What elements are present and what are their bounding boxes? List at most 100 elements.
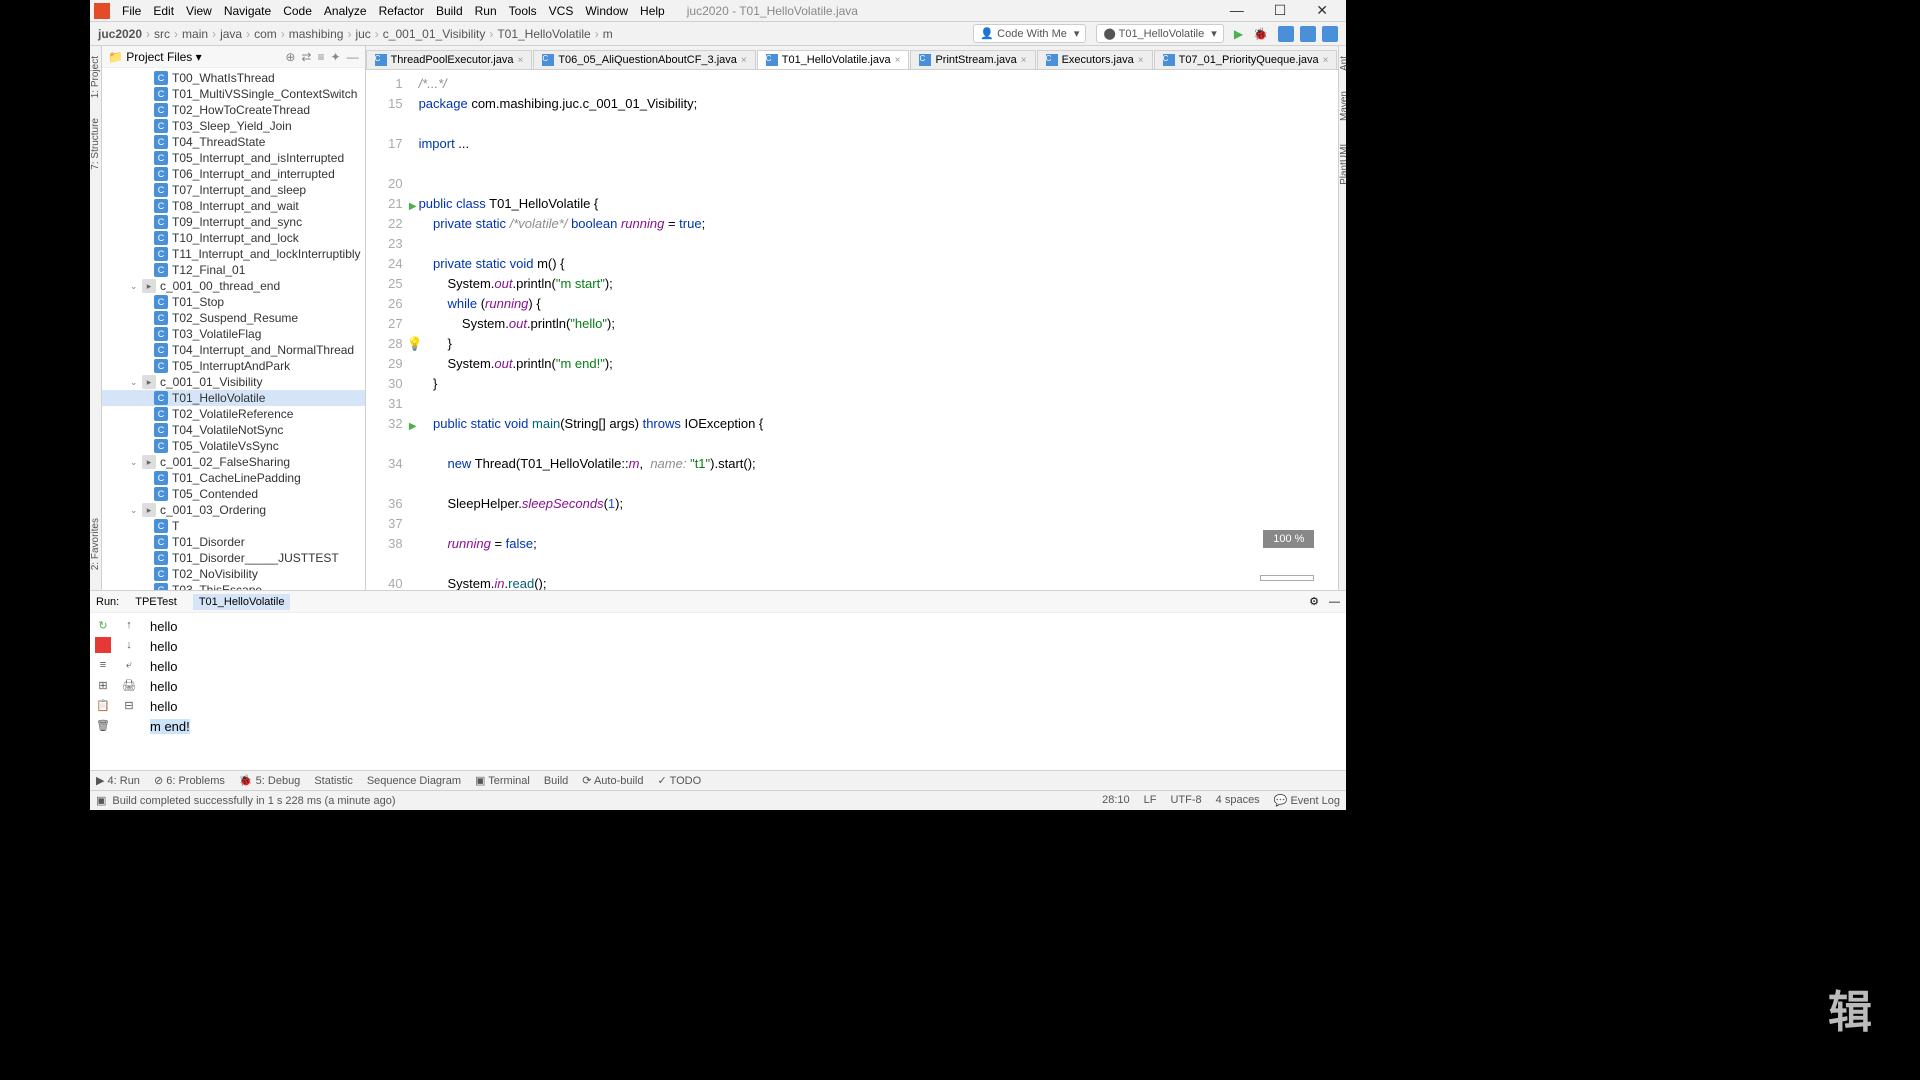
tree-class[interactable]: CT09_Interrupt_and_sync <box>102 214 365 230</box>
up-icon[interactable]: ↑ <box>121 617 137 633</box>
crumb[interactable]: java <box>220 27 242 41</box>
bottom-tab[interactable]: ▶ 4: Run <box>96 774 140 787</box>
close-icon[interactable]: ✕ <box>1310 2 1334 19</box>
tool-icon[interactable]: 📋 <box>95 697 111 713</box>
tree-class[interactable]: CT01_CacheLinePadding <box>102 470 365 486</box>
tree-class[interactable]: CT10_Interrupt_and_lock <box>102 230 365 246</box>
editor-tab[interactable]: CThreadPoolExecutor.java× <box>366 50 533 69</box>
gear-icon[interactable]: ✦ <box>331 50 341 64</box>
tree-package[interactable]: ⌄▸c_001_01_Visibility <box>102 374 365 390</box>
tree-class[interactable]: CT02_HowToCreateThread <box>102 102 365 118</box>
minimize-icon[interactable]: — <box>1224 2 1250 19</box>
tree-class[interactable]: CT01_HelloVolatile <box>102 390 365 406</box>
tree-class[interactable]: CT05_Interrupt_and_isInterrupted <box>102 150 365 166</box>
menu-file[interactable]: File <box>116 4 147 18</box>
toolbar-icon[interactable] <box>1278 26 1294 42</box>
tree-class[interactable]: CT07_Interrupt_and_sleep <box>102 182 365 198</box>
crumb[interactable]: mashibing <box>289 27 344 41</box>
menu-code[interactable]: Code <box>277 4 318 18</box>
crumb[interactable]: m <box>603 27 613 41</box>
menu-help[interactable]: Help <box>634 4 671 18</box>
project-dropdown[interactable]: 📁 Project Files ▾ <box>108 50 202 64</box>
tree-class[interactable]: CT03_VolatileFlag <box>102 326 365 342</box>
editor-tab[interactable]: CT07_01_PriorityQueque.java× <box>1154 50 1338 69</box>
tree-class[interactable]: CT11_Interrupt_and_lockInterruptibly <box>102 246 365 262</box>
maximize-icon[interactable]: ☐ <box>1268 2 1293 19</box>
tree-package[interactable]: ⌄▸c_001_02_FalseSharing <box>102 454 365 470</box>
tree-class[interactable]: CT03_Sleep_Yield_Join <box>102 118 365 134</box>
tree-class[interactable]: CT12_Final_01 <box>102 262 365 278</box>
tree-package[interactable]: ⌄▸c_001_03_Ordering <box>102 502 365 518</box>
code-editor[interactable]: 115172021▶2223242526272829303132▶3436373… <box>366 70 1339 590</box>
menu-analyze[interactable]: Analyze <box>318 4 373 18</box>
status-icon[interactable]: ▣ <box>96 794 106 807</box>
run-tab[interactable]: TPETest <box>129 594 183 610</box>
tree-class[interactable]: CT06_Interrupt_and_interrupted <box>102 166 365 182</box>
tree-class[interactable]: CT02_NoVisibility <box>102 566 365 582</box>
bottom-tab[interactable]: ✓ TODO <box>658 774 702 787</box>
menu-edit[interactable]: Edit <box>147 4 180 18</box>
bottom-tab[interactable]: ⊘ 6: Problems <box>154 774 225 787</box>
tree-class[interactable]: CT04_Interrupt_and_NormalThread <box>102 342 365 358</box>
toolbar-icon[interactable] <box>1322 26 1338 42</box>
console-output[interactable]: hellohellohellohellohellom end! <box>142 613 1346 770</box>
stop-icon[interactable] <box>95 637 111 653</box>
wrap-icon[interactable]: ⤶ <box>121 657 137 673</box>
tree-class[interactable]: CT02_VolatileReference <box>102 406 365 422</box>
indent[interactable]: 4 spaces <box>1216 794 1260 807</box>
menu-tools[interactable]: Tools <box>503 4 543 18</box>
encoding[interactable]: UTF-8 <box>1170 794 1201 807</box>
tab-close-icon[interactable]: × <box>1021 55 1027 66</box>
tree-class[interactable]: CT08_Interrupt_and_wait <box>102 198 365 214</box>
caret-pos[interactable]: 28:10 <box>1102 794 1130 807</box>
line-ending[interactable]: LF <box>1144 794 1157 807</box>
rerun-icon[interactable]: ↻ <box>95 617 111 633</box>
toolbar-icon[interactable] <box>1300 26 1316 42</box>
crumb[interactable]: juc <box>355 27 370 41</box>
crumb[interactable]: src <box>154 27 170 41</box>
tool-plantuml[interactable]: PlantUML <box>1339 141 1346 185</box>
tab-close-icon[interactable]: × <box>895 55 901 66</box>
tree-class[interactable]: CT05_InterruptAndPark <box>102 358 365 374</box>
tool-icon[interactable]: ⊞ <box>95 677 111 693</box>
tool-icon[interactable]: ≡ <box>95 657 111 673</box>
tree-class[interactable]: CT03_ThisEscape <box>102 582 365 590</box>
bottom-tab[interactable]: Build <box>544 775 568 787</box>
tab-close-icon[interactable]: × <box>1323 55 1329 66</box>
run-tab[interactable]: T01_HelloVolatile <box>193 594 291 610</box>
tree-class[interactable]: CT01_Stop <box>102 294 365 310</box>
tool-structure[interactable]: 7: Structure <box>90 118 101 170</box>
bottom-tab[interactable]: Statistic <box>314 775 353 787</box>
crumb[interactable]: T01_HelloVolatile <box>497 27 590 41</box>
debug-icon[interactable]: 🐞 <box>1253 27 1268 41</box>
tree-class[interactable]: CT01_Disorder_____JUSTTEST <box>102 550 365 566</box>
tab-close-icon[interactable]: × <box>517 55 523 66</box>
tree-class[interactable]: CT01_Disorder <box>102 534 365 550</box>
menu-run[interactable]: Run <box>469 4 503 18</box>
menu-navigate[interactable]: Navigate <box>218 4 277 18</box>
run-icon[interactable]: ▶ <box>1234 27 1243 41</box>
tool-favorites[interactable]: 2: Favorites <box>90 518 101 570</box>
bottom-tab[interactable]: Sequence Diagram <box>367 775 461 787</box>
print-icon[interactable]: 🖨 <box>121 677 137 693</box>
run-gear-icon[interactable]: ⚙ <box>1309 595 1319 608</box>
tree-class[interactable]: CT04_VolatileNotSync <box>102 422 365 438</box>
bottom-tab[interactable]: 🐞 5: Debug <box>239 774 300 787</box>
tree-class[interactable]: CT05_Contended <box>102 486 365 502</box>
editor-tab[interactable]: CT06_05_AliQuestionAboutCF_3.java× <box>533 50 755 69</box>
menu-vcs[interactable]: VCS <box>543 4 580 18</box>
crumb[interactable]: juc2020 <box>98 27 142 41</box>
tree-class[interactable]: CT00_WhatIsThread <box>102 70 365 86</box>
project-tree[interactable]: CT00_WhatIsThreadCT01_MultiVSSingle_Cont… <box>102 68 365 590</box>
collapse-icon[interactable]: ≡ <box>317 50 324 64</box>
tab-close-icon[interactable]: × <box>741 55 747 66</box>
bottom-tab[interactable]: ▣ Terminal <box>475 774 530 787</box>
menu-build[interactable]: Build <box>430 4 469 18</box>
crumb[interactable]: c_001_01_Visibility <box>383 27 486 41</box>
tab-close-icon[interactable]: × <box>1138 55 1144 66</box>
tree-class[interactable]: CT02_Suspend_Resume <box>102 310 365 326</box>
run-hide-icon[interactable]: — <box>1329 596 1340 608</box>
down-icon[interactable]: ↓ <box>121 637 137 653</box>
event-log[interactable]: 💬 Event Log <box>1274 794 1340 807</box>
editor-tab[interactable]: CPrintStream.java× <box>910 50 1035 69</box>
